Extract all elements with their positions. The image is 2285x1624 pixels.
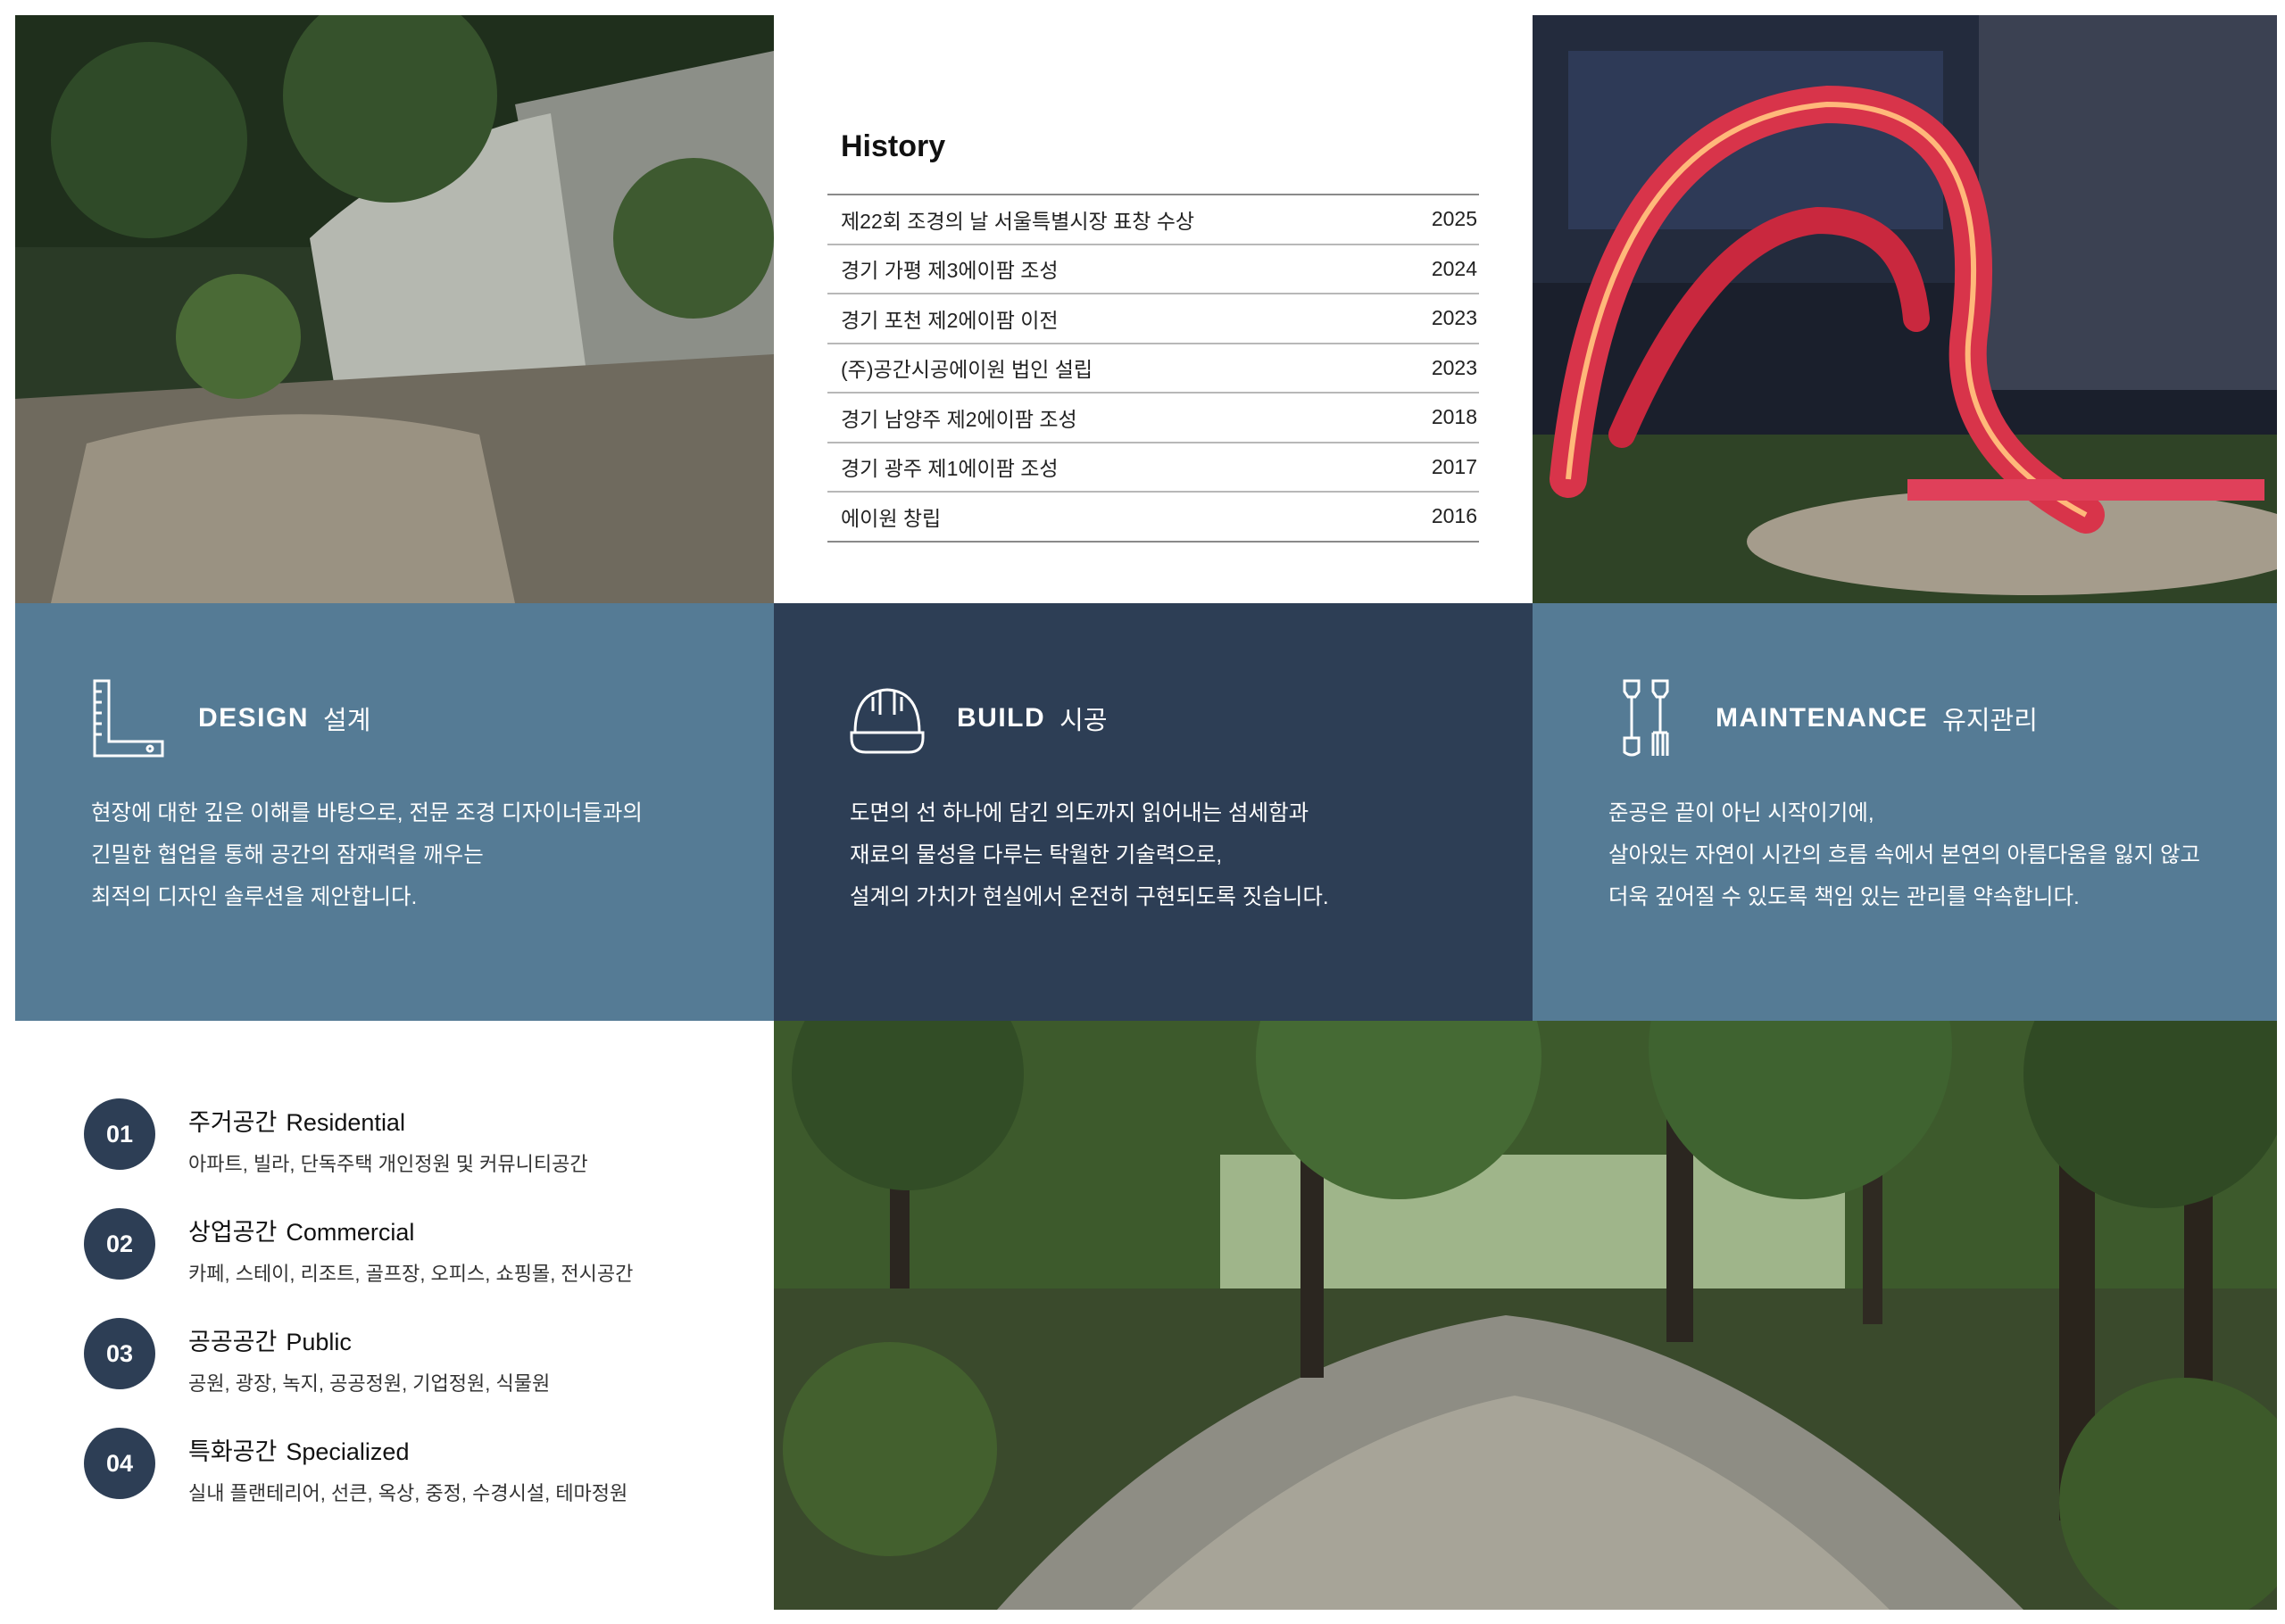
category-title-en: Residential <box>286 1109 405 1136</box>
category-title-ko: 공공공간 <box>188 1329 278 1355</box>
design-description: 현장에 대한 깊은 이해를 바탕으로, 전문 조경 디자이너들과의 긴밀한 협업… <box>91 792 643 918</box>
history-panel: History 제22회 조경의 날 서울특별시장 표창 수상 2025 경기 가… <box>774 15 1533 603</box>
design-title: DESIGN <box>198 703 310 733</box>
category-item: 01 주거공간 Residential 아파트, 빌라, 단독주택 개인정원 및 … <box>84 1098 588 1177</box>
history-year: 2016 <box>1431 504 1477 528</box>
category-item: 03 공공공간 Public 공원, 광장, 녹지, 공공정원, 기업정원, 식물… <box>84 1318 550 1396</box>
history-row: 경기 가평 제3에이팜 조성 2024 <box>827 245 1479 294</box>
category-title: 주거공간 Residential <box>188 1103 588 1138</box>
maintenance-title: MAINTENANCE <box>1716 703 1929 733</box>
history-year: 2017 <box>1431 454 1477 478</box>
build-description: 도면의 선 하나에 담긴 의도까지 읽어내는 섬세함과 재료의 물성을 다루는 … <box>850 792 1329 918</box>
history-row: 에이원 창립 2016 <box>827 493 1479 543</box>
ruler-square-icon <box>91 679 166 758</box>
category-item: 02 상업공간 Commercial 카페, 스테이, 리조트, 골프장, 오피스… <box>84 1208 633 1287</box>
rock-garden-photo <box>15 15 774 603</box>
design-title-ko: 설계 <box>323 707 371 735</box>
history-row: 경기 남양주 제2에이팜 조성 2018 <box>827 394 1479 443</box>
maintenance-line: 살아있는 자연이 시간의 흐름 속에서 본연의 아름다움을 잃지 않고 <box>1608 843 2201 867</box>
category-title-ko: 특화공간 <box>188 1438 278 1465</box>
category-description: 실내 플랜테리어, 선큰, 옥상, 중정, 수경시설, 테마정원 <box>188 1482 628 1504</box>
design-line: 긴밀한 협업을 통해 공간의 잠재력을 깨우는 <box>91 843 484 867</box>
build-title: BUILD <box>957 703 1046 733</box>
category-number-badge: 04 <box>84 1428 155 1499</box>
category-number-badge: 02 <box>84 1208 155 1280</box>
build-service-card: BUILD 시공 도면의 선 하나에 담긴 의도까지 읽어내는 섬세함과 재료의… <box>774 603 1533 1021</box>
category-description: 공원, 광장, 녹지, 공공정원, 기업정원, 식물원 <box>188 1372 551 1395</box>
history-event: 경기 남양주 제2에이팜 조성 <box>841 407 1077 431</box>
category-title: 특화공간 Specialized <box>188 1432 627 1467</box>
history-event: 경기 포천 제2에이팜 이전 <box>841 308 1059 332</box>
history-row: 경기 포천 제2에이팜 이전 2023 <box>827 294 1479 344</box>
maintenance-service-card: MAINTENANCE 유지관리 준공은 끝이 아닌 시작이기에, 살아있는 자… <box>1533 603 2277 1021</box>
maintenance-line: 더욱 깊어질 수 있도록 책임 있는 관리를 약속합니다. <box>1608 885 2080 909</box>
category-title: 공공공간 Public <box>188 1322 550 1357</box>
category-item: 04 특화공간 Specialized 실내 플랜테리어, 선큰, 옥상, 중정,… <box>84 1428 627 1506</box>
hard-hat-icon <box>850 679 925 758</box>
build-line: 재료의 물성을 다루는 탁월한 기술력으로, <box>850 843 1223 867</box>
category-description: 카페, 스테이, 리조트, 골프장, 오피스, 쇼핑몰, 전시공간 <box>188 1263 634 1285</box>
build-title-ko: 시공 <box>1059 707 1108 735</box>
category-number-badge: 01 <box>84 1098 155 1170</box>
history-year: 2024 <box>1431 256 1477 280</box>
category-number-badge: 03 <box>84 1318 155 1389</box>
history-year: 2025 <box>1431 207 1477 231</box>
history-title: History <box>841 129 946 163</box>
category-title-en: Commercial <box>286 1219 415 1246</box>
forest-path-photo <box>774 1021 2277 1610</box>
space-category-list: 01 주거공간 Residential 아파트, 빌라, 단독주택 개인정원 및 … <box>15 1021 774 1610</box>
category-description: 아파트, 빌라, 단독주택 개인정원 및 커뮤니티공간 <box>188 1153 588 1175</box>
history-event: 에이원 창립 <box>841 506 942 530</box>
design-service-card: DESIGN 설계 현장에 대한 깊은 이해를 바탕으로, 전문 조경 디자이너… <box>15 603 774 1021</box>
category-title-en: Public <box>286 1329 352 1355</box>
red-sculpture-photo <box>1533 15 2277 603</box>
category-title-ko: 주거공간 <box>188 1109 278 1136</box>
maintenance-title-ko: 유지관리 <box>1942 707 2038 735</box>
shovel-fork-icon <box>1608 679 1683 758</box>
history-year: 2023 <box>1431 306 1477 330</box>
history-year: 2018 <box>1431 405 1477 429</box>
category-title: 상업공간 Commercial <box>188 1213 633 1247</box>
category-title-en: Specialized <box>286 1438 410 1465</box>
build-line: 도면의 선 하나에 담긴 의도까지 읽어내는 섬세함과 <box>850 801 1309 825</box>
design-line: 최적의 디자인 솔루션을 제안합니다. <box>91 885 418 909</box>
history-row: (주)공간시공에이원 법인 설립 2023 <box>827 344 1479 394</box>
build-line: 설계의 가치가 현실에서 온전히 구현되도록 짓습니다. <box>850 885 1329 909</box>
history-event: (주)공간시공에이원 법인 설립 <box>841 358 1093 382</box>
history-event: 경기 광주 제1에이팜 조성 <box>841 457 1059 481</box>
history-year: 2023 <box>1431 355 1477 379</box>
maintenance-line: 준공은 끝이 아닌 시작이기에, <box>1608 801 1874 825</box>
history-table: 제22회 조경의 날 서울특별시장 표창 수상 2025 경기 가평 제3에이팜 … <box>827 194 1479 543</box>
history-row: 경기 광주 제1에이팜 조성 2017 <box>827 443 1479 493</box>
history-event: 경기 가평 제3에이팜 조성 <box>841 259 1059 283</box>
design-line: 현장에 대한 깊은 이해를 바탕으로, 전문 조경 디자이너들과의 <box>91 801 643 825</box>
category-title-ko: 상업공간 <box>188 1219 278 1246</box>
maintenance-description: 준공은 끝이 아닌 시작이기에, 살아있는 자연이 시간의 흐름 속에서 본연의… <box>1608 792 2200 918</box>
history-row: 제22회 조경의 날 서울특별시장 표창 수상 2025 <box>827 195 1479 245</box>
history-event: 제22회 조경의 날 서울특별시장 표창 수상 <box>841 209 1195 233</box>
